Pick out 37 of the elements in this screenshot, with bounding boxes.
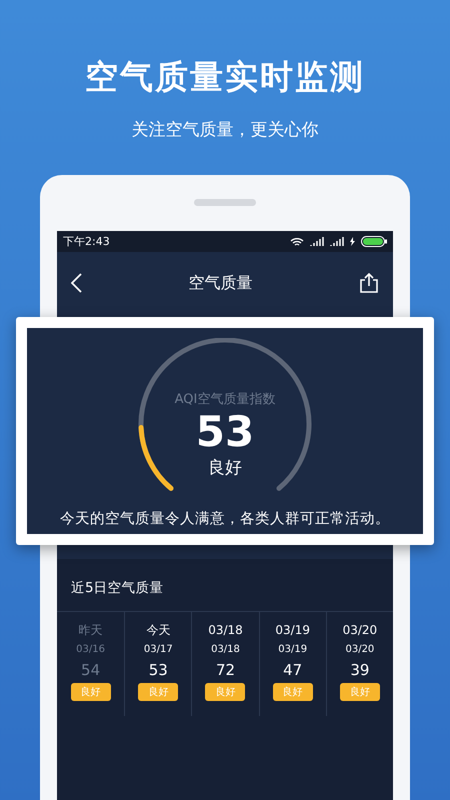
aqi-grade: 良好 — [208, 457, 242, 479]
signal-icon — [310, 237, 324, 246]
day-date: 03/18 — [211, 644, 240, 655]
aqi-value: 53 — [196, 408, 254, 456]
day-label: 03/20 — [342, 622, 378, 638]
signal-icon — [330, 237, 344, 246]
day-aqi-value: 39 — [350, 661, 370, 679]
day-aqi-value: 72 — [216, 661, 236, 679]
day-label: 03/18 — [208, 622, 243, 638]
day-label: 昨天 — [78, 622, 103, 638]
aqi-caption: AQI空气质量指数 — [174, 391, 276, 408]
battery-icon — [361, 236, 387, 247]
day-date: 03/19 — [278, 644, 308, 655]
back-icon[interactable] — [71, 273, 82, 293]
grade-badge: 良好 — [70, 683, 111, 701]
day-aqi-value: 53 — [148, 661, 168, 679]
status-time: 下午2:43 — [63, 234, 110, 249]
subtitle: 关注空气质量，更关心你 — [132, 119, 318, 141]
day-date: 03/16 — [76, 644, 105, 655]
section-title: 近5日空气质量 — [57, 559, 393, 612]
share-icon[interactable] — [359, 273, 379, 293]
day-date: 03/20 — [345, 644, 374, 655]
day-aqi-value: 47 — [283, 661, 302, 679]
grade-badge: 良好 — [272, 683, 313, 701]
day-date: 03/17 — [144, 644, 173, 655]
advice-text: 今天的空气质量令人满意，各类人群可正常活动。 — [60, 510, 390, 528]
headline: 空气质量实时监测 — [85, 56, 365, 98]
speaker-slot — [194, 199, 256, 206]
day-aqi-value: 54 — [81, 661, 100, 679]
grade-badge: 良好 — [205, 683, 246, 701]
grade-badge: 良好 — [340, 683, 380, 701]
day-label: 今天 — [146, 622, 170, 638]
day-label: 03/19 — [275, 622, 310, 638]
nav-title: 空气质量 — [188, 272, 252, 294]
charging-icon — [350, 237, 355, 246]
grade-badge: 良好 — [138, 683, 178, 701]
wifi-icon — [290, 236, 304, 246]
